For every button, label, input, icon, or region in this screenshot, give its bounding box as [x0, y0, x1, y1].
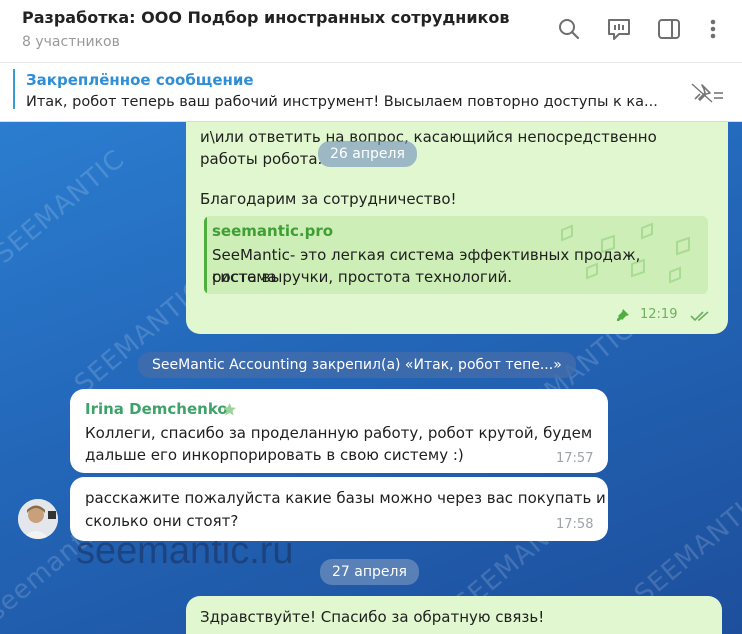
incoming-message[interactable]: Irina Demchenko Коллеги, спасибо за прод… [70, 389, 608, 473]
date-chip: 27 апреля [320, 559, 419, 585]
members-count[interactable]: 8 участников [22, 34, 120, 50]
search-icon[interactable] [554, 14, 584, 44]
preview-description: роста выручки, простота технологий. [212, 268, 513, 286]
chat-area[interactable]: SEEMANTIC SEEMANTIC SEEMANTIC SEEMANTIC … [0, 122, 742, 634]
pinned-title: Закреплённое сообщение [26, 71, 254, 89]
read-checkmarks-icon [690, 311, 709, 322]
sidebar-icon[interactable] [654, 14, 684, 44]
message-line: и\или ответить на вопрос, касающийся неп… [200, 128, 657, 146]
message-line: расскажите пожалуйста какие базы можно ч… [85, 489, 606, 507]
message-line: сколько они стоят? [85, 512, 239, 530]
outgoing-message[interactable]: Здравствуйте! Спасибо за обратную связь! [186, 596, 722, 634]
preview-site[interactable]: seemantic.pro [212, 222, 333, 240]
message-line: дальше его инкорпорировать в свою систем… [85, 446, 464, 464]
date-chip: 26 апреля [318, 141, 417, 167]
link-preview[interactable]: seemantic.pro SeeMantic- это легкая сист… [204, 216, 708, 294]
outgoing-message[interactable]: и\или ответить на вопрос, касающийся неп… [186, 122, 728, 334]
unpin-icon[interactable] [690, 81, 724, 107]
chat-title[interactable]: Разработка: ООО Подбор иностранных сотру… [22, 8, 510, 27]
message-line: работы робота. [200, 150, 323, 168]
message-time: 17:57 [556, 451, 594, 466]
message-line: Благодарим за сотрудничество! [200, 190, 457, 208]
user-avatar-icon [18, 499, 58, 539]
service-message[interactable]: SeeMantic Accounting закрепил(а) «Итак, … [138, 352, 576, 378]
message-line: Коллеги, спасибо за проделанную работу, … [85, 424, 593, 442]
message-line: Здравствуйте! Спасибо за обратную связь! [200, 608, 545, 626]
pinned-message-bar[interactable]: Закреплённое сообщение Итак, робот тепер… [0, 63, 742, 122]
chat-header[interactable]: Разработка: ООО Подбор иностранных сотру… [0, 0, 742, 63]
message-time: 17:58 [556, 517, 594, 532]
more-icon[interactable] [698, 14, 728, 44]
incoming-message[interactable]: расскажите пожалуйста какие базы можно ч… [70, 477, 608, 541]
pinned-accent-bar [13, 69, 15, 109]
link-preview-bar [204, 216, 207, 294]
watermark: SEEMANTIC [0, 144, 131, 270]
pinned-icon [617, 309, 629, 321]
watermark: SEEMANTIC [629, 484, 742, 610]
message-time: 12:19 [640, 307, 678, 322]
sender-name[interactable]: Irina Demchenko [85, 400, 228, 418]
pinned-text: Итак, робот теперь ваш рабочий инструмен… [26, 94, 658, 110]
comments-icon[interactable] [604, 14, 634, 44]
avatar[interactable] [18, 499, 58, 539]
star-icon [223, 403, 236, 416]
